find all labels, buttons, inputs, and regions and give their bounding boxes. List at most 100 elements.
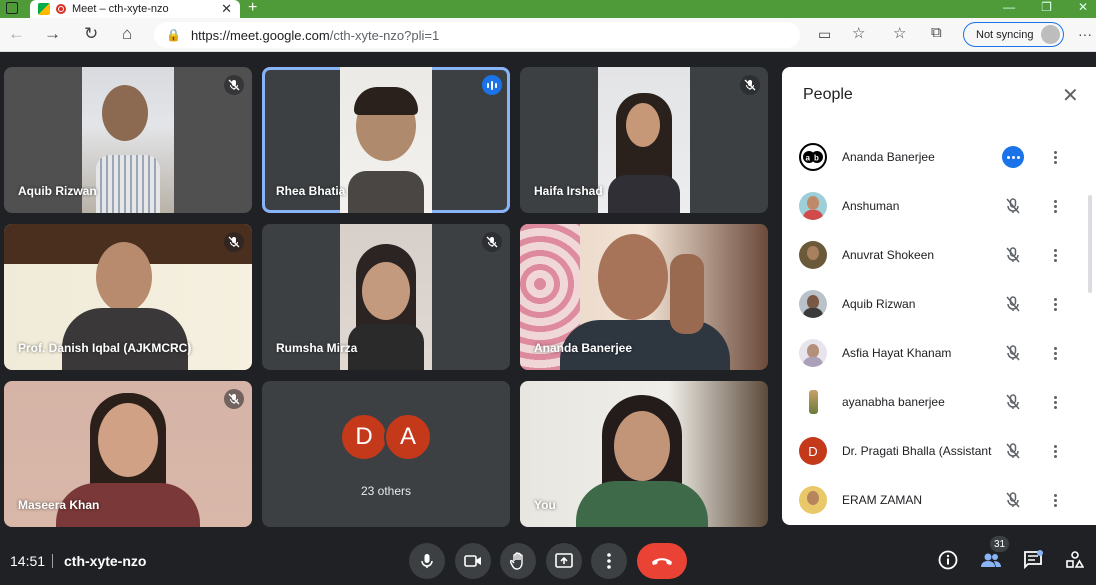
participant-name: Anshuman bbox=[842, 199, 900, 213]
more-menu-icon[interactable]: ··· bbox=[1078, 26, 1092, 42]
hangup-icon bbox=[652, 558, 672, 565]
video-tile-others[interactable]: D A 23 others bbox=[262, 381, 510, 527]
muted-mic-icon[interactable] bbox=[1004, 393, 1022, 416]
others-count: 23 others bbox=[360, 484, 412, 498]
muted-mic-icon[interactable] bbox=[1004, 246, 1022, 269]
microphone-button[interactable] bbox=[409, 543, 445, 579]
recording-icon bbox=[56, 4, 66, 14]
chat-icon[interactable] bbox=[1020, 547, 1046, 573]
participant-row[interactable]: Anshuman bbox=[782, 188, 1082, 224]
meeting-code: cth-xyte-nzo bbox=[64, 553, 147, 569]
browser-tab-strip: Meet – cth-xyte-nzo ✕ + — ❐ ✕ bbox=[0, 0, 1096, 18]
participant-row[interactable]: ERAM ZAMAN bbox=[782, 482, 1082, 518]
participant-name: Aquib Rizwan bbox=[18, 184, 97, 198]
browser-toolbar: ← → ↻ ⌂ 🔒 https://meet.google.com/cth-xy… bbox=[0, 18, 1096, 52]
divider bbox=[52, 554, 53, 568]
back-icon[interactable]: ← bbox=[8, 24, 25, 44]
tab-actions-icon[interactable] bbox=[6, 2, 18, 14]
more-options-icon[interactable] bbox=[1048, 392, 1062, 412]
camera-permission-icon[interactable]: ▭ bbox=[818, 26, 831, 43]
favorite-add-icon[interactable]: ☆ bbox=[852, 24, 865, 42]
muted-mic-icon bbox=[224, 232, 244, 252]
avatar: D bbox=[799, 437, 827, 465]
participant-row[interactable]: Aquib Rizwan bbox=[782, 286, 1082, 322]
avatar: ab bbox=[799, 143, 827, 171]
svg-text:a: a bbox=[806, 154, 811, 163]
window-controls: — ❐ ✕ bbox=[1003, 0, 1088, 14]
more-options-icon[interactable] bbox=[1048, 490, 1062, 510]
muted-mic-icon bbox=[224, 389, 244, 409]
camera-button[interactable] bbox=[455, 543, 491, 579]
refresh-icon[interactable]: ↻ bbox=[84, 24, 98, 44]
more-options-icon[interactable] bbox=[1048, 343, 1062, 363]
more-options-icon[interactable] bbox=[1048, 147, 1062, 167]
participant-name: Dr. Pragati Bhalla (Assistant bbox=[842, 444, 992, 458]
video-tile-aquib-rizwan[interactable]: Aquib Rizwan bbox=[4, 67, 252, 213]
video-tile-haifa-irshad[interactable]: Haifa Irshad bbox=[520, 67, 768, 213]
current-time: 14:51 bbox=[10, 553, 46, 569]
participant-name: Rumsha Mirza bbox=[276, 341, 358, 355]
browser-tab[interactable]: Meet – cth-xyte-nzo ✕ bbox=[30, 0, 240, 18]
present-screen-button[interactable] bbox=[546, 543, 582, 579]
video-tile-danish-iqbal[interactable]: Prof. Danish Iqbal (AJKMCRC) bbox=[4, 224, 252, 370]
meet-favicon-icon bbox=[38, 3, 50, 15]
video-tile-you[interactable]: You bbox=[520, 381, 768, 527]
participant-name: Ananda Banerjee bbox=[534, 341, 633, 355]
video-tile-ananda-banerjee[interactable]: Ananda Banerjee bbox=[520, 224, 768, 370]
participant-row[interactable]: D Dr. Pragati Bhalla (Assistant bbox=[782, 433, 1082, 469]
favorites-icon[interactable]: ☆ bbox=[893, 24, 906, 42]
more-options-icon[interactable] bbox=[1048, 441, 1062, 461]
address-bar[interactable]: 🔒 https://meet.google.com/cth-xyte-nzo?p… bbox=[154, 22, 800, 48]
forward-icon[interactable]: → bbox=[44, 24, 61, 44]
video-tile-maseera-khan[interactable]: Maseera Khan bbox=[4, 381, 252, 527]
participant-row[interactable]: ab Ananda Banerjee bbox=[782, 139, 1082, 175]
more-options-button[interactable] bbox=[591, 543, 627, 579]
minimize-icon[interactable]: — bbox=[1003, 0, 1015, 14]
present-icon bbox=[555, 553, 573, 568]
participant-row[interactable]: Anuvrat Shokeen bbox=[782, 237, 1082, 273]
meeting-details-icon[interactable] bbox=[935, 547, 961, 573]
panel-scrollbar[interactable] bbox=[1088, 195, 1092, 293]
new-tab-icon[interactable]: + bbox=[248, 0, 257, 17]
profile-sync-button[interactable]: Not syncing bbox=[963, 22, 1064, 47]
video-tile-rhea-bhatia[interactable]: Rhea Bhatia bbox=[262, 67, 510, 213]
maximize-icon[interactable]: ❐ bbox=[1041, 0, 1052, 14]
muted-mic-icon[interactable] bbox=[1004, 295, 1022, 318]
collections-icon[interactable]: ⧉ bbox=[931, 24, 942, 41]
participant-row[interactable]: ayanabha banerjee bbox=[782, 384, 1082, 420]
window-close-icon[interactable]: ✕ bbox=[1078, 0, 1088, 14]
raise-hand-button[interactable] bbox=[500, 543, 536, 579]
home-icon[interactable]: ⌂ bbox=[122, 24, 132, 44]
avatar-initial: D bbox=[340, 413, 388, 461]
participant-name: Haifa Irshad bbox=[534, 184, 603, 198]
more-vert-icon bbox=[607, 553, 611, 569]
muted-mic-icon[interactable] bbox=[1004, 442, 1022, 465]
close-tab-icon[interactable]: ✕ bbox=[221, 1, 232, 17]
sync-label: Not syncing bbox=[976, 28, 1034, 41]
more-options-icon[interactable] bbox=[1048, 196, 1062, 216]
meeting-controls-bar: 14:51 cth-xyte-nzo bbox=[0, 535, 1096, 585]
more-options-icon[interactable] bbox=[1048, 294, 1062, 314]
people-count-badge: 31 bbox=[990, 536, 1009, 552]
muted-mic-icon[interactable] bbox=[1004, 197, 1022, 220]
tab-title: Meet – cth-xyte-nzo bbox=[72, 3, 169, 15]
avatar bbox=[799, 486, 827, 514]
hand-icon bbox=[510, 552, 523, 570]
lock-icon[interactable]: 🔒 bbox=[166, 28, 181, 42]
participant-row[interactable]: Asfia Hayat Khanam bbox=[782, 335, 1082, 371]
video-tile-rumsha-mirza[interactable]: Rumsha Mirza bbox=[262, 224, 510, 370]
people-panel: People ✕ ab Ananda Banerjee Anshuman Anu… bbox=[782, 67, 1096, 525]
close-panel-icon[interactable]: ✕ bbox=[1062, 83, 1079, 108]
muted-mic-icon[interactable] bbox=[1004, 344, 1022, 367]
participant-name: Asfia Hayat Khanam bbox=[842, 346, 952, 360]
leave-call-button[interactable] bbox=[637, 543, 687, 579]
participant-options-icon[interactable] bbox=[1002, 146, 1024, 168]
participant-name: ayanabha banerjee bbox=[842, 395, 945, 409]
more-options-icon[interactable] bbox=[1048, 245, 1062, 265]
avatar-initial: A bbox=[384, 413, 432, 461]
avatar bbox=[799, 290, 827, 318]
activities-icon[interactable] bbox=[1062, 547, 1088, 573]
muted-mic-icon[interactable] bbox=[1004, 491, 1022, 514]
avatar bbox=[799, 192, 827, 220]
svg-text:b: b bbox=[814, 154, 819, 163]
